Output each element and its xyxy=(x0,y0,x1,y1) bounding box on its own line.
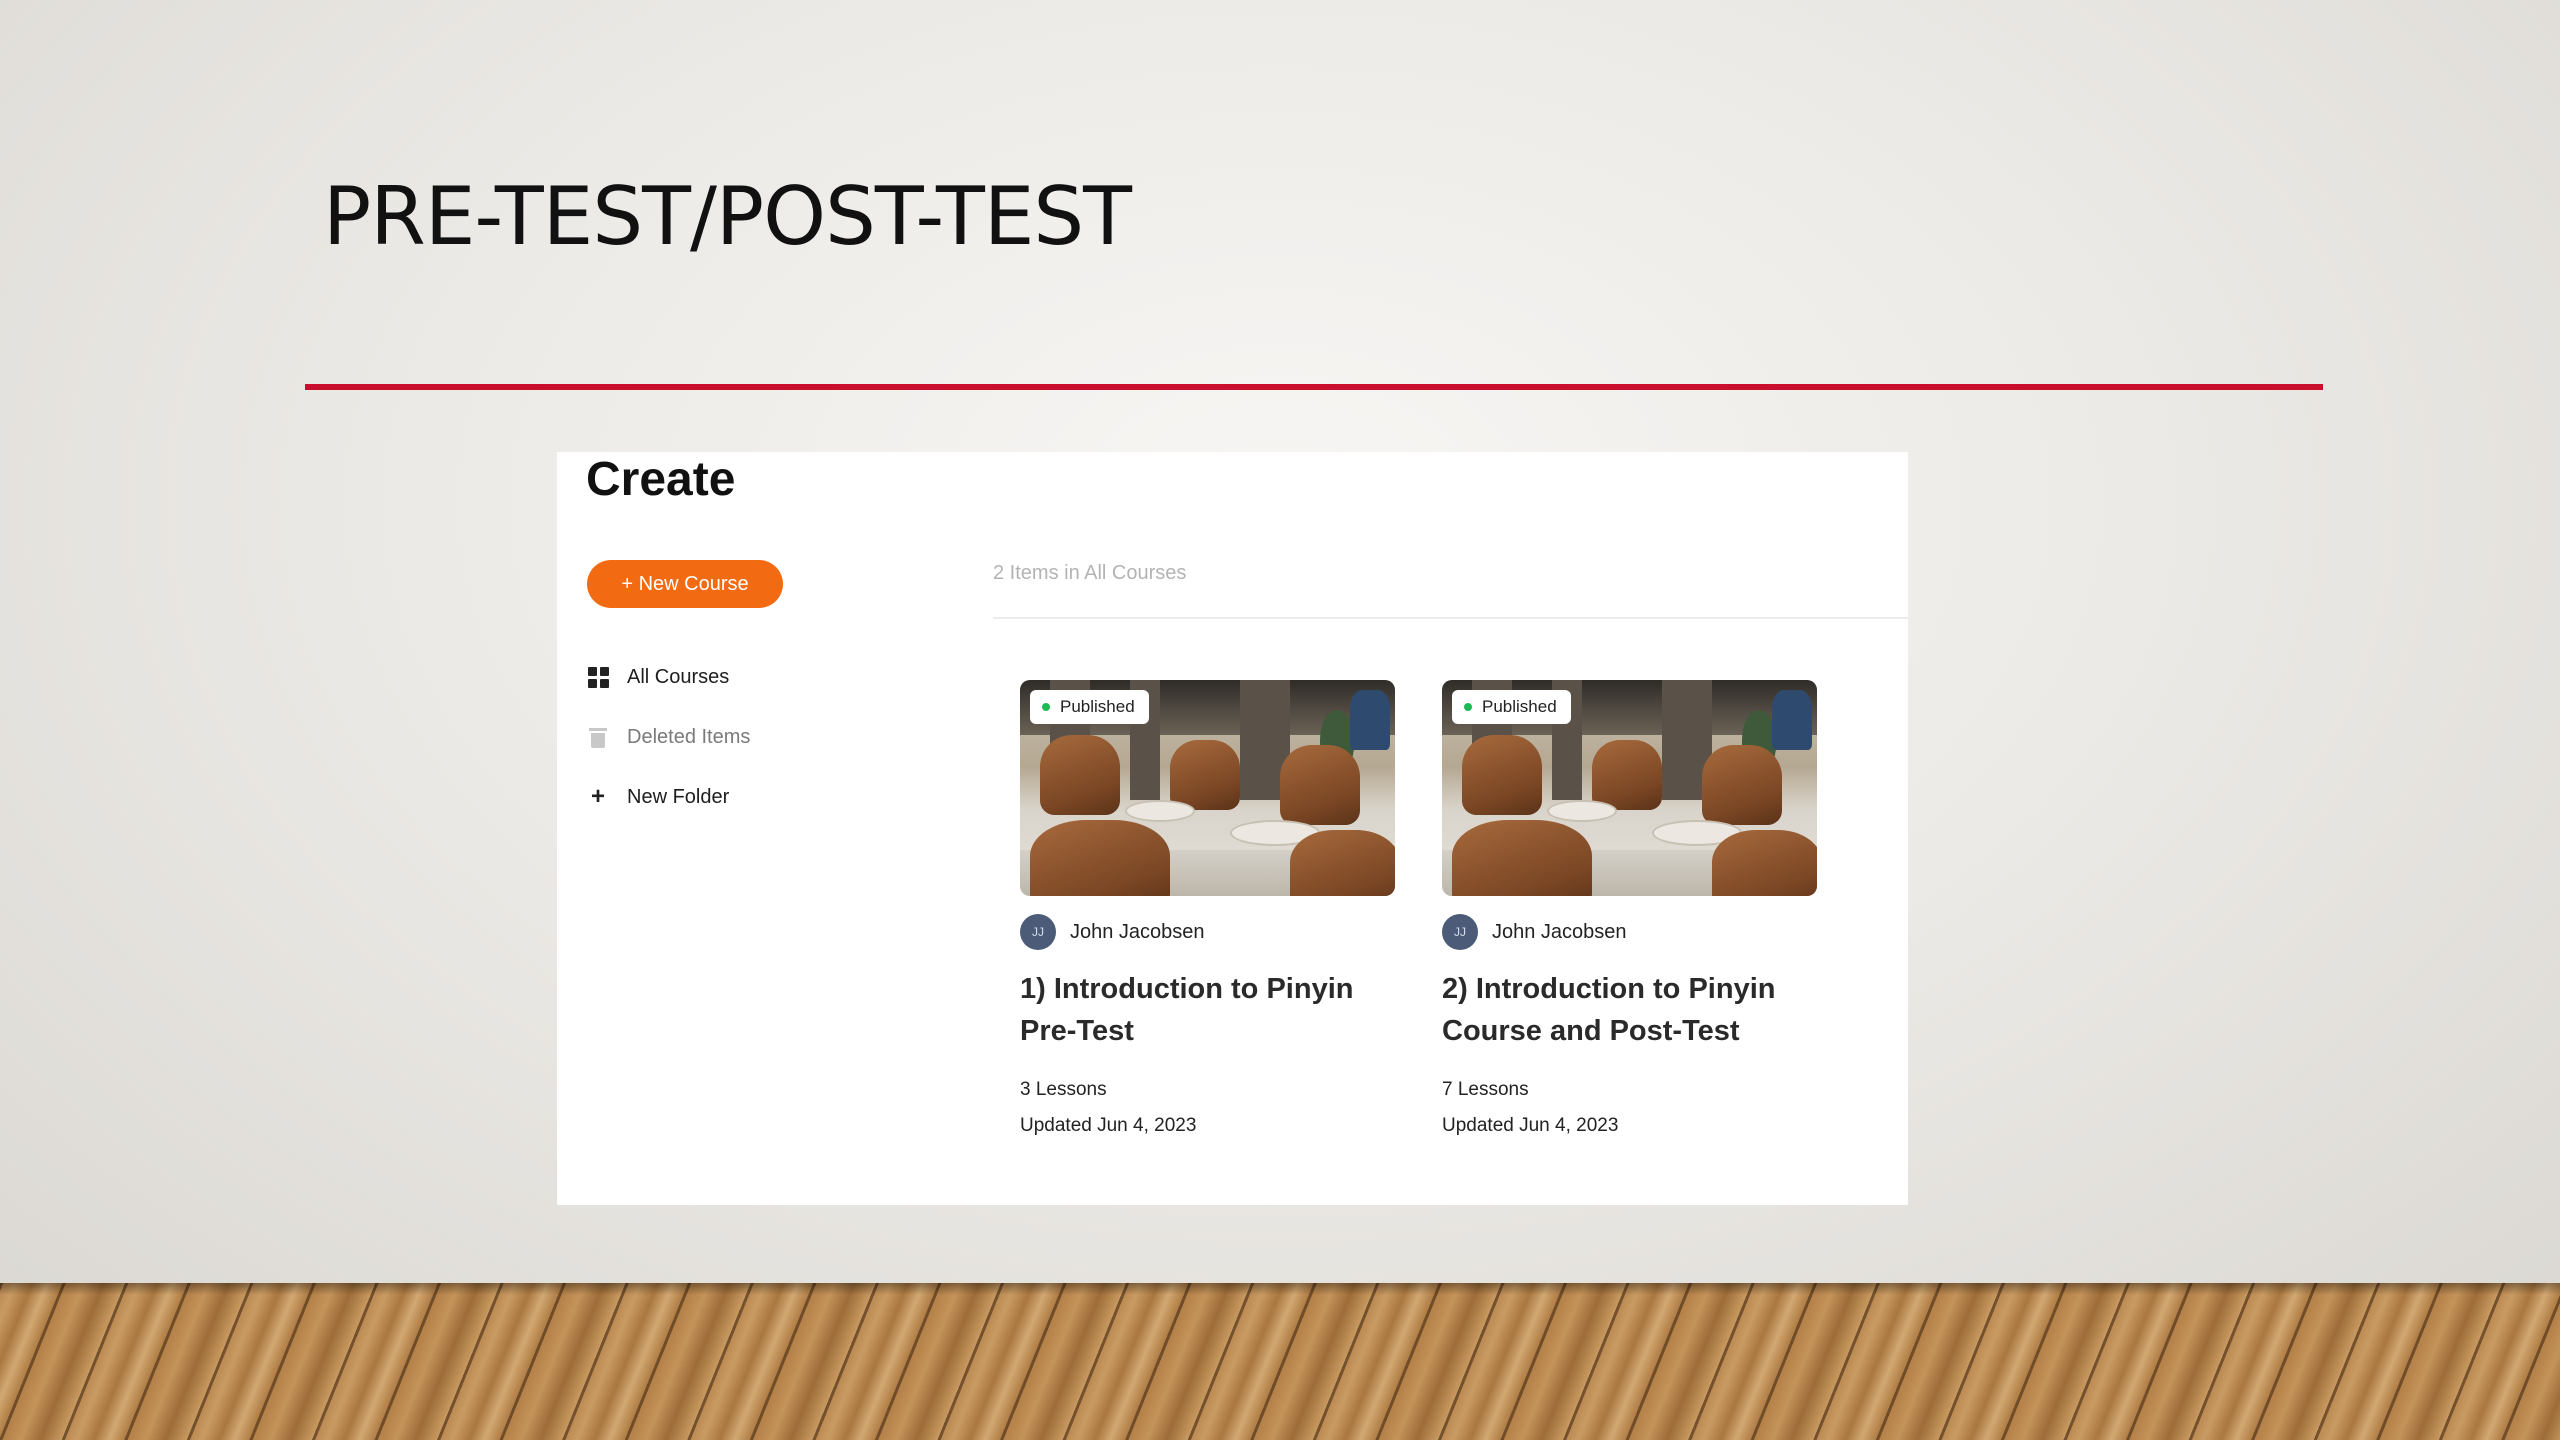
updated-date: Updated Jun 4, 2023 xyxy=(1442,1115,1619,1136)
app-screenshot: Create + New Course All Courses Deleted … xyxy=(557,452,1908,1205)
sidebar-item-deleted-items[interactable]: Deleted Items xyxy=(587,722,750,752)
items-count: 2 Items in All Courses xyxy=(993,562,1187,584)
lesson-count: 3 Lessons xyxy=(1020,1079,1107,1100)
avatar: JJ xyxy=(1442,914,1478,950)
title-underline xyxy=(305,384,2323,390)
published-dot-icon xyxy=(1464,703,1472,711)
grid-icon xyxy=(587,666,609,688)
course-meta: 3 Lessons Updated Jun 4, 2023 xyxy=(1020,1072,1395,1144)
course-thumbnail[interactable]: Published xyxy=(1442,680,1817,896)
sidebar-item-label: All Courses xyxy=(627,665,730,688)
status-badge: Published xyxy=(1452,690,1571,724)
avatar: JJ xyxy=(1020,914,1056,950)
lesson-count: 7 Lessons xyxy=(1442,1079,1529,1100)
slide-title: PRE-TEST/POST-TEST xyxy=(323,170,1132,263)
sidebar-item-new-folder[interactable]: + New Folder xyxy=(587,782,729,812)
sidebar-item-all-courses[interactable]: All Courses xyxy=(587,662,729,692)
course-meta: 7 Lessons Updated Jun 4, 2023 xyxy=(1442,1072,1817,1144)
published-dot-icon xyxy=(1042,703,1050,711)
content-divider xyxy=(993,617,1908,619)
wood-floor xyxy=(0,1283,2560,1440)
course-author: JJ John Jacobsen xyxy=(1020,914,1395,950)
plus-icon: + xyxy=(590,783,605,810)
trash-icon xyxy=(587,726,609,748)
course-author: JJ John Jacobsen xyxy=(1442,914,1817,950)
sidebar-item-label: Deleted Items xyxy=(627,725,751,748)
status-badge: Published xyxy=(1030,690,1149,724)
course-card[interactable]: Published JJ John Jacobsen 1) Introducti… xyxy=(1020,680,1395,1144)
updated-date: Updated Jun 4, 2023 xyxy=(1020,1115,1197,1136)
course-title[interactable]: 1) Introduction to Pinyin Pre-Test xyxy=(1020,968,1395,1052)
page-title: Create xyxy=(586,453,736,506)
sidebar-item-label: New Folder xyxy=(627,785,730,808)
new-course-button[interactable]: + New Course xyxy=(587,560,783,608)
course-card[interactable]: Published JJ John Jacobsen 2) Introducti… xyxy=(1442,680,1817,1144)
course-thumbnail[interactable]: Published xyxy=(1020,680,1395,896)
course-title[interactable]: 2) Introduction to Pinyin Course and Pos… xyxy=(1442,968,1817,1052)
